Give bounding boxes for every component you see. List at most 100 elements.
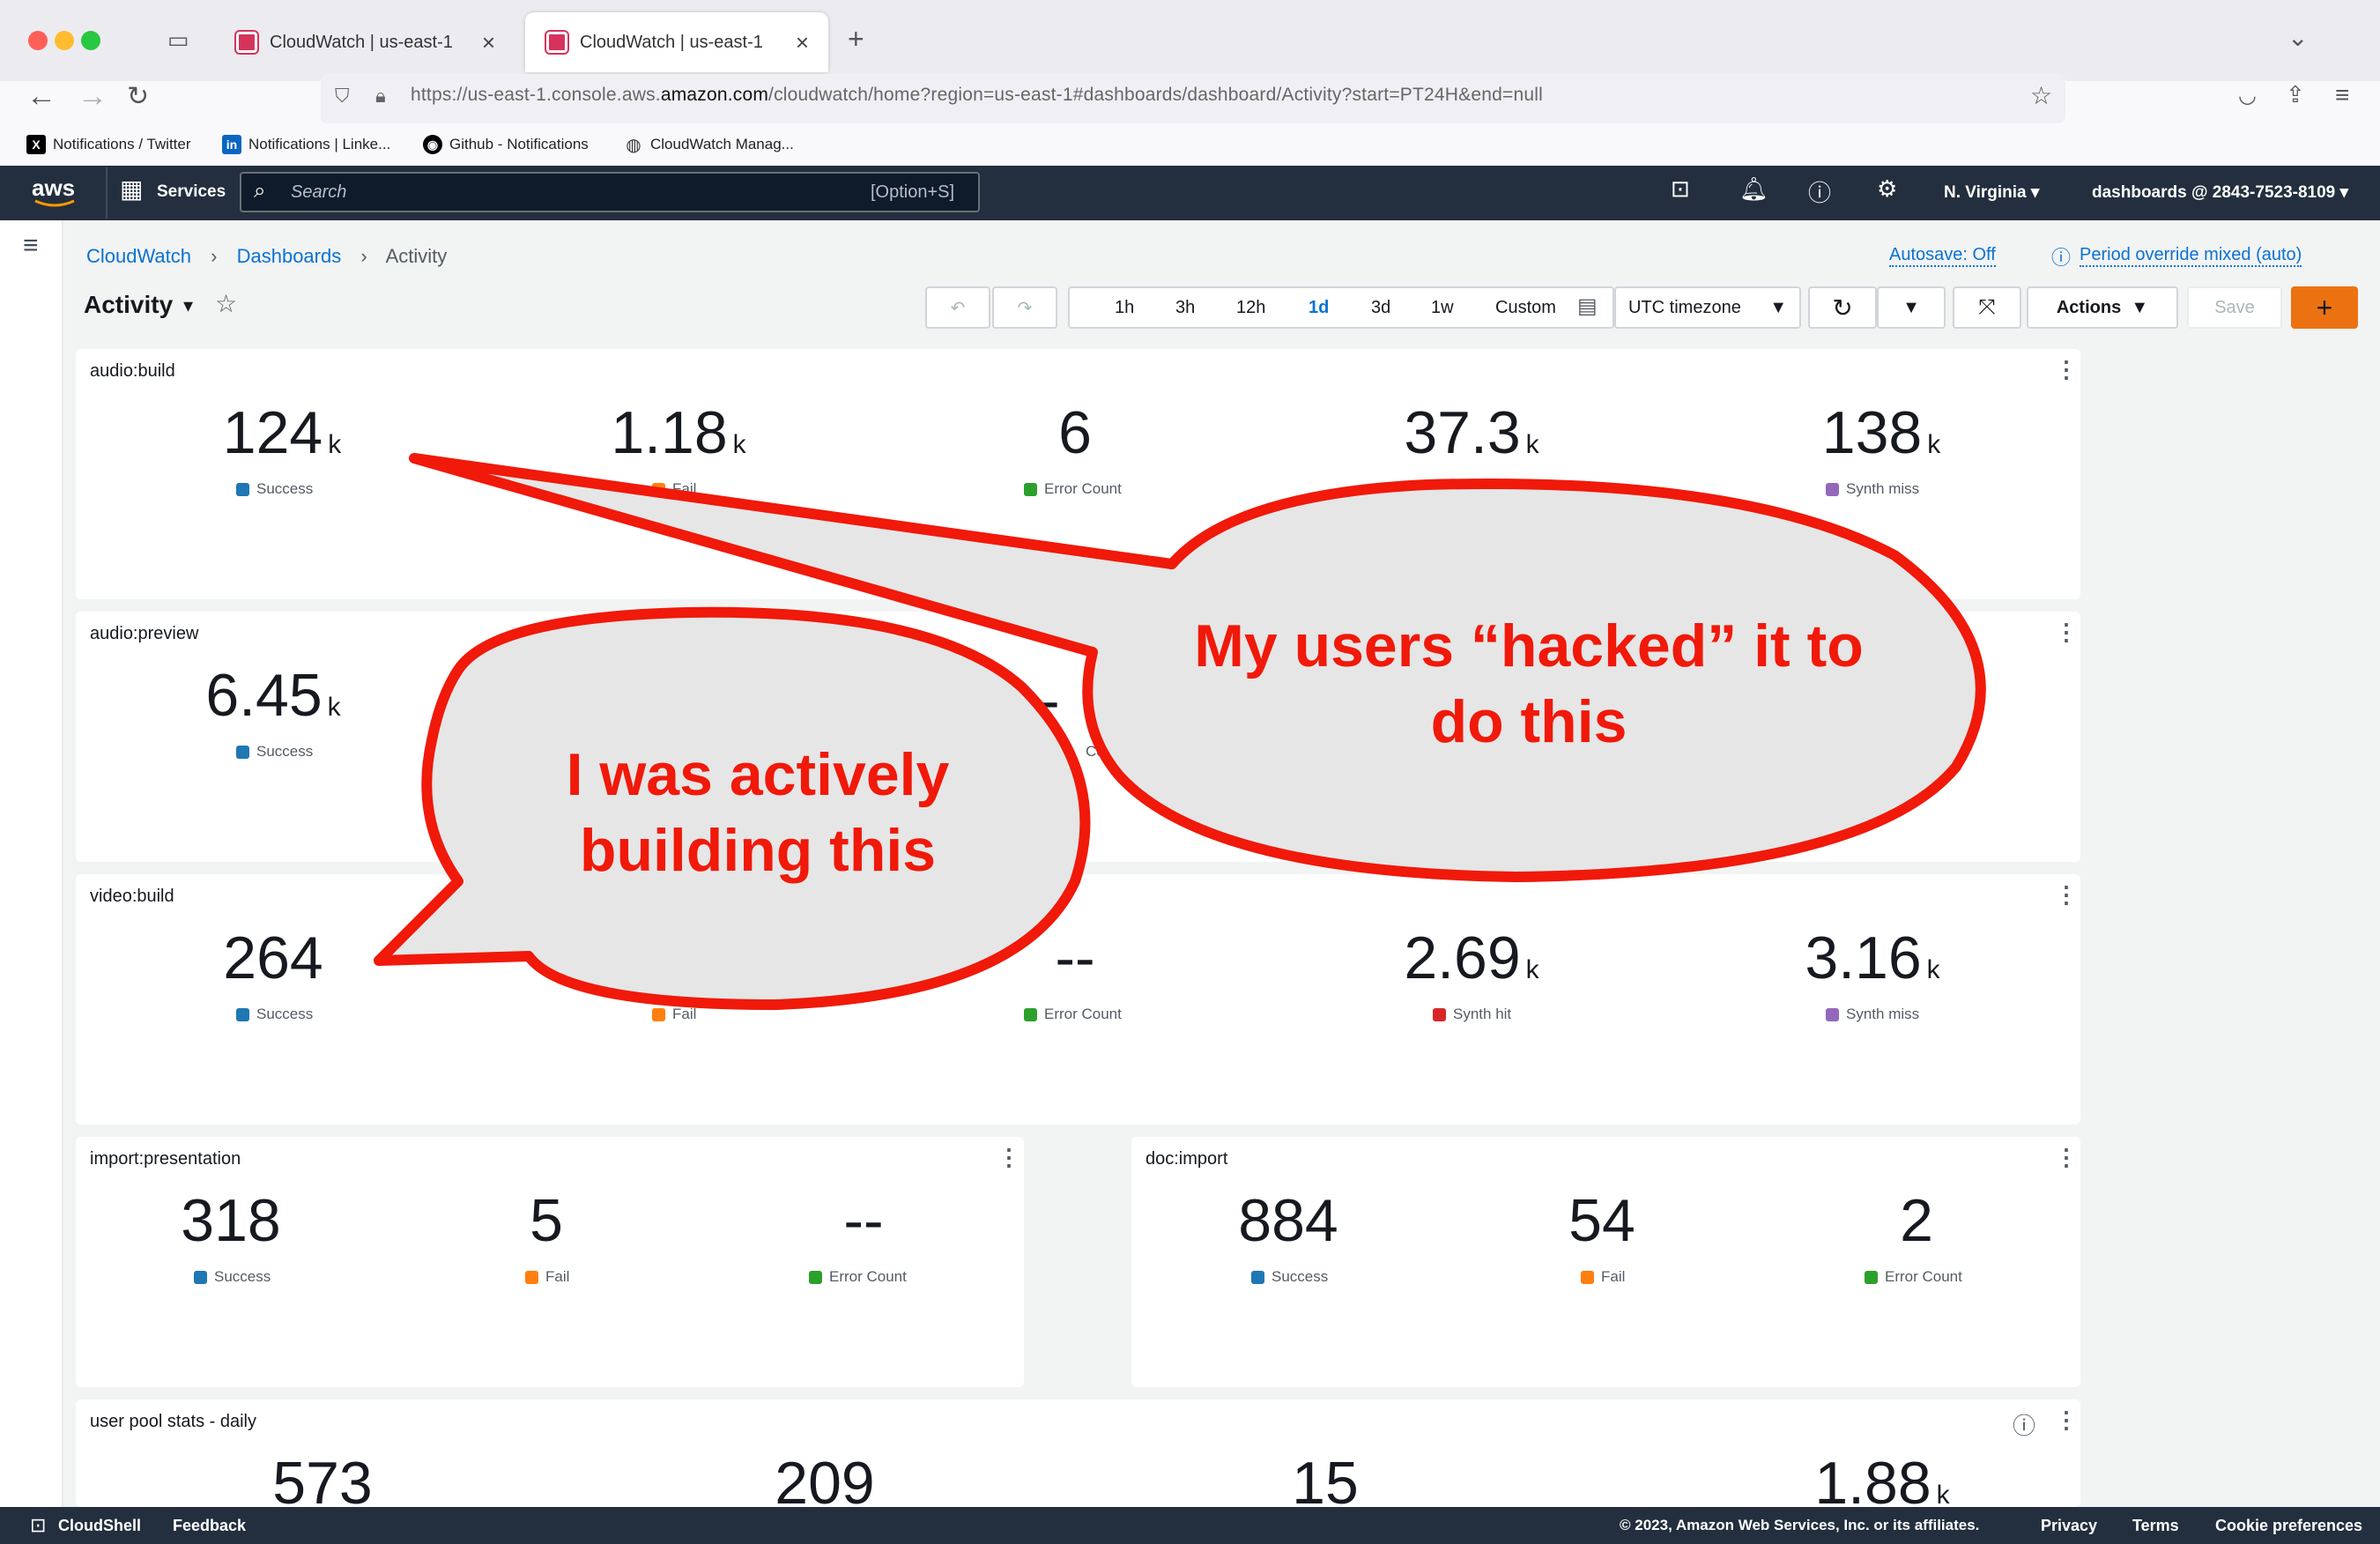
region-selector[interactable]: N. Virginia ▾ — [1944, 182, 2039, 203]
metric-number: -- — [1055, 924, 1095, 991]
new-tab-icon[interactable]: + — [848, 23, 864, 56]
back-icon[interactable]: ← — [26, 79, 56, 114]
range-1d-selected[interactable]: 1d — [1309, 298, 1329, 318]
reload-icon[interactable]: ↻ — [127, 81, 149, 112]
success-swatch — [194, 1270, 207, 1284]
bookmark-cloudwatch[interactable]: ◍ CloudWatch Manag... — [624, 132, 794, 157]
tab-list-chevron-icon[interactable]: ⌄ — [2287, 23, 2308, 52]
aws-logo[interactable]: aws — [32, 174, 75, 202]
metric-label-text: Fail — [545, 1268, 570, 1285]
close-tab-icon[interactable]: × — [796, 29, 809, 56]
metric-label-text: Success — [256, 1006, 314, 1022]
metric-value: 1.18 k — [520, 398, 837, 467]
breadcrumb-dashboards[interactable]: Dashboards — [237, 245, 342, 267]
help-icon[interactable]: ⓘ — [1808, 175, 1831, 208]
dashboard-dropdown-icon[interactable]: ▾ — [183, 294, 193, 317]
metric-number: 15 — [1292, 1450, 1359, 1507]
timezone-select[interactable]: UTC timezone ▼ — [1614, 286, 1801, 329]
pocket-icon[interactable]: ◡ — [2238, 83, 2257, 108]
tracking-shield-icon[interactable]: ⛉ — [335, 85, 350, 108]
range-3d[interactable]: 3d — [1371, 298, 1390, 318]
browser-tab-active[interactable]: CloudWatch | us-east-1 × — [525, 12, 828, 72]
search-input[interactable] — [240, 172, 980, 212]
account-menu[interactable]: dashboards @ 2843-7523-8109 ▾ — [2092, 182, 2348, 203]
bookmark-star-icon[interactable]: ☆ — [2030, 81, 2052, 110]
search-placeholder: Search — [291, 182, 347, 202]
widget-title: video:build — [90, 887, 174, 906]
url-host: amazon.com — [660, 85, 769, 105]
hamburger-menu-icon[interactable]: ≡ — [23, 231, 39, 261]
fullscreen-button[interactable]: ⤧ — [1953, 286, 2021, 329]
bookmark-linkedin[interactable]: in Notifications | Linke... — [222, 132, 390, 157]
range-12h[interactable]: 12h — [1236, 298, 1265, 318]
forward-icon[interactable]: → — [78, 79, 108, 114]
extensions-icon[interactable]: ⇪ — [2286, 81, 2305, 108]
browser-tab[interactable]: CloudWatch | us-east-1 × — [215, 12, 515, 72]
refresh-options-button[interactable]: ▼ — [1877, 286, 1946, 329]
undo-button[interactable]: ↶ — [925, 286, 990, 329]
feedback-link[interactable]: Feedback — [173, 1517, 246, 1535]
metric-value: -- — [916, 924, 1234, 992]
metric-number: -- — [843, 1187, 884, 1254]
widget-menu-icon[interactable]: ⋮ — [2055, 356, 2078, 383]
range-1h[interactable]: 1h — [1115, 298, 1134, 318]
metric-label-text: Success — [214, 1268, 271, 1285]
widget-menu-icon[interactable]: ⋮ — [2055, 1407, 2078, 1434]
terms-link[interactable]: Terms — [2132, 1517, 2179, 1535]
autosave-toggle[interactable]: Autosave: Off — [1889, 245, 1996, 267]
services-grid-icon[interactable]: ▦ — [120, 174, 143, 204]
settings-gear-icon[interactable]: ⚙ — [1877, 175, 1897, 203]
metric-value: 6 — [916, 398, 1234, 467]
cloudshell-icon[interactable]: ⊡ — [1671, 175, 1690, 203]
bookmark-label: CloudWatch Manag... — [650, 136, 794, 152]
metric-value: 3.16 k — [1714, 924, 2031, 992]
fullscreen-icon: ⤧ — [1978, 295, 1996, 319]
tab-overview-icon[interactable]: ▭ — [167, 26, 189, 54]
widget-menu-icon[interactable]: ⋮ — [997, 1144, 1020, 1171]
breadcrumb-chevron-icon: › — [360, 245, 367, 267]
period-override[interactable]: Period override mixed (auto) — [2080, 245, 2302, 267]
side-navigation-rail: ≡ — [0, 220, 63, 1507]
menu-icon[interactable]: ≡ — [2335, 81, 2349, 109]
bookmark-twitter[interactable]: X Notifications / Twitter — [26, 132, 191, 157]
dashboard-title[interactable]: Activity — [84, 291, 173, 319]
widget-menu-icon[interactable]: ⋮ — [2055, 619, 2078, 646]
notifications-bell-icon[interactable]: 🔔︎ — [1739, 175, 1768, 203]
metric-label-text: Fail — [672, 480, 697, 497]
privacy-link[interactable]: Privacy — [2041, 1517, 2097, 1535]
metric-unit: k — [1525, 955, 1539, 984]
range-3h[interactable]: 3h — [1175, 298, 1195, 318]
cloudshell-link[interactable]: CloudShell — [58, 1517, 141, 1535]
favorite-star-icon[interactable]: ☆ — [215, 289, 237, 318]
cloudshell-icon[interactable]: ⊡ — [30, 1514, 46, 1537]
metric-label: Fail — [1581, 1268, 1625, 1286]
add-widget-button[interactable]: + — [2291, 286, 2358, 329]
range-custom[interactable]: Custom — [1495, 298, 1556, 318]
refresh-button[interactable]: ↻ — [1808, 286, 1877, 329]
metric-label-text: Error Count — [829, 1268, 907, 1285]
calendar-icon[interactable]: ▤ — [1577, 293, 1598, 319]
close-window-icon[interactable] — [28, 31, 48, 50]
minimize-window-icon[interactable] — [55, 31, 74, 50]
maximize-window-icon[interactable] — [81, 31, 100, 50]
url-path: /cloudwatch/home?region=us-east-1#dashbo… — [768, 85, 1543, 105]
range-1w[interactable]: 1w — [1431, 298, 1454, 318]
services-menu[interactable]: Services — [157, 182, 226, 202]
redo-button[interactable]: ↷ — [992, 286, 1057, 329]
widget-menu-icon[interactable]: ⋮ — [2055, 1144, 2078, 1171]
metric-label: Success — [236, 1006, 313, 1023]
close-tab-icon[interactable]: × — [482, 29, 495, 56]
cookie-preferences-link[interactable]: Cookie preferences — [2215, 1517, 2362, 1535]
bookmark-github[interactable]: ◉ Github - Notifications — [423, 132, 589, 157]
metric-label: Synth miss — [1826, 480, 1919, 498]
success-swatch — [236, 745, 249, 759]
lock-icon[interactable]: 🔒︎ — [375, 85, 386, 108]
breadcrumb-cloudwatch[interactable]: CloudWatch — [86, 245, 191, 267]
metric-label: Error Count — [1865, 1268, 1962, 1286]
bubble-left-text: I was actively building this — [458, 737, 1057, 888]
actions-button[interactable]: Actions ▼ — [2027, 286, 2178, 329]
metric-value: 573 — [164, 1449, 481, 1507]
bubble-left-line-1: I was actively — [566, 741, 950, 808]
widget-menu-icon[interactable]: ⋮ — [2055, 881, 2078, 909]
save-button[interactable]: Save — [2187, 286, 2282, 329]
